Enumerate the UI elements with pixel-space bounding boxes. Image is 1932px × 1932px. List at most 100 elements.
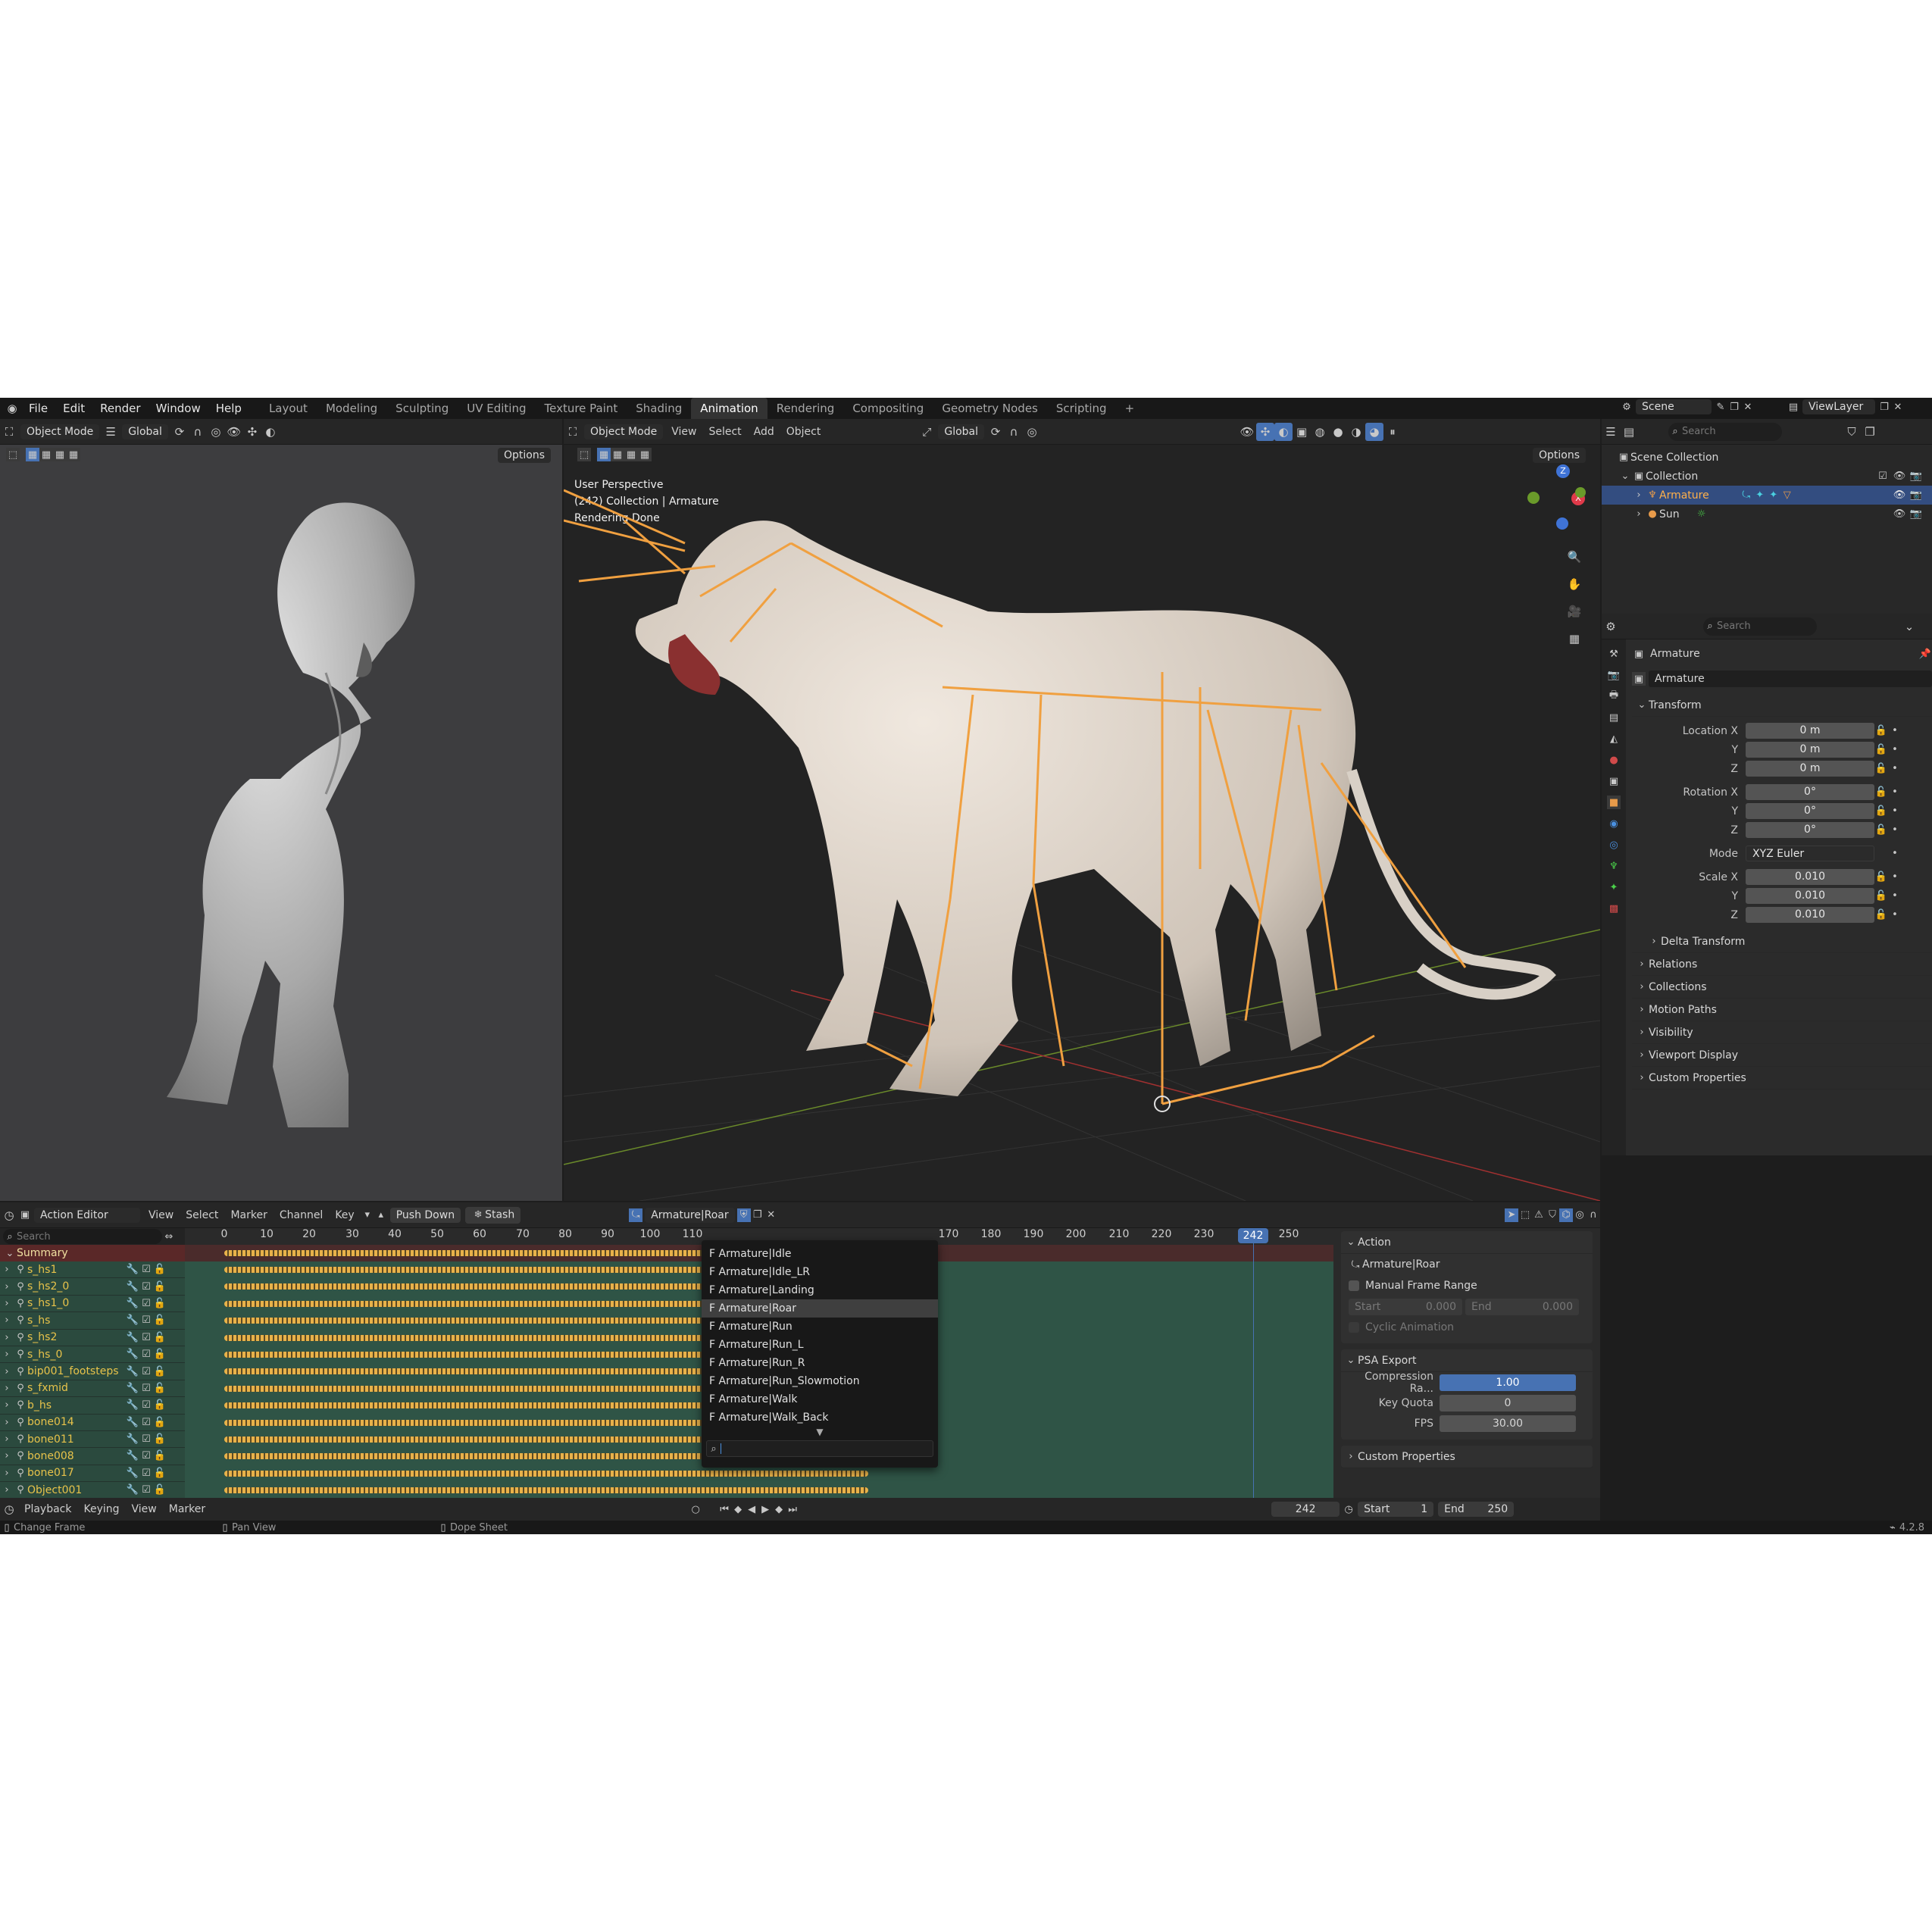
- menu-keying[interactable]: Keying: [77, 1503, 125, 1515]
- dropdown-item-run-r[interactable]: F Armature|Run_R: [702, 1354, 938, 1372]
- lock-icon[interactable]: 🔓: [153, 1365, 167, 1378]
- start-frame-field[interactable]: Start 1: [1358, 1502, 1434, 1517]
- menu-toggle-icon[interactable]: ☰: [102, 423, 120, 441]
- dropdown-item-idle-lr[interactable]: F Armature|Idle_LR: [702, 1263, 938, 1281]
- channel-row[interactable]: › ⚲ s_hs1_0 🔧 ☑ 🔓: [0, 1295, 185, 1313]
- push-down-button[interactable]: Push Down: [389, 1207, 461, 1223]
- prev-keyframe-icon[interactable]: ◆: [731, 1502, 745, 1516]
- close-scene-icon[interactable]: ✕: [1741, 400, 1755, 414]
- options-chevron-icon[interactable]: ⌄: [1900, 617, 1918, 636]
- checkbox-icon[interactable]: ☑: [139, 1365, 153, 1378]
- ortho-grid-icon[interactable]: ▦: [1565, 630, 1583, 648]
- eye-icon[interactable]: 👁: [1893, 470, 1906, 483]
- channel-row[interactable]: › ⚲ bip001_footsteps 🔧 ☑ 🔓: [0, 1363, 185, 1380]
- viewlayer-selector[interactable]: ▤ ViewLayer ❐ ✕: [1787, 399, 1905, 414]
- keyframe-dot-icon[interactable]: •: [1888, 908, 1902, 922]
- gizmo-neg-y-axis[interactable]: [1527, 492, 1540, 504]
- visibility-icon[interactable]: 👁: [1238, 423, 1256, 441]
- tab-modeling[interactable]: Modeling: [317, 398, 386, 419]
- main-mode-dropdown[interactable]: Object Mode: [584, 424, 664, 439]
- action-editor-mode-dropdown[interactable]: Action Editor: [34, 1207, 140, 1223]
- unlink-action-icon[interactable]: ✕: [764, 1208, 778, 1222]
- dropdown-item-run-slowmotion[interactable]: F Armature|Run_Slowmotion: [702, 1372, 938, 1390]
- scale-x-field[interactable]: 0.010: [1746, 869, 1874, 885]
- cyclic-checkbox[interactable]: [1349, 1322, 1359, 1333]
- channel-row[interactable]: › ⚲ s_hs 🔧 ☑ 🔓: [0, 1312, 185, 1330]
- editor-type-icon[interactable]: ☰: [1602, 423, 1620, 441]
- expand-chevron-icon[interactable]: ›: [0, 1399, 14, 1412]
- physics-tab-icon[interactable]: ◎: [1607, 838, 1621, 852]
- wrench-icon[interactable]: 🔧: [126, 1263, 139, 1277]
- jump-end-icon[interactable]: ⏭: [786, 1502, 799, 1516]
- close-viewlayer-icon[interactable]: ✕: [1891, 400, 1905, 414]
- rotation-mode-dropdown[interactable]: XYZ Euler: [1746, 846, 1874, 861]
- falloff-icon[interactable]: ∩: [1587, 1208, 1600, 1222]
- editor-type-icon[interactable]: ◷: [0, 1206, 18, 1224]
- scene-selector[interactable]: ⚙ Scene ✎ ❐ ✕: [1620, 399, 1755, 414]
- viewport-display-section-header[interactable]: › Viewport Display: [1632, 1044, 1932, 1067]
- channel-row[interactable]: › ⚲ Object001 🔧 ☑ 🔓: [0, 1482, 185, 1499]
- play-icon[interactable]: ▶: [758, 1502, 772, 1516]
- wrench-icon[interactable]: 🔧: [126, 1466, 139, 1480]
- render-tab-icon[interactable]: 📷: [1607, 668, 1621, 682]
- eye-icon[interactable]: 👁: [1893, 508, 1906, 521]
- snap-icon[interactable]: ∩: [189, 423, 207, 441]
- swap-icon[interactable]: ⇔: [162, 1230, 176, 1243]
- gizmo-neg-z-axis[interactable]: [1556, 517, 1568, 530]
- wrench-icon[interactable]: 🔧: [126, 1348, 139, 1361]
- proportional-icon[interactable]: ◎: [1573, 1208, 1587, 1222]
- tab-shading[interactable]: Shading: [627, 398, 691, 419]
- transform-section-header[interactable]: ⌄ Transform: [1632, 694, 1932, 717]
- action-icon[interactable]: ⤿: [1740, 489, 1753, 502]
- lock-icon[interactable]: 🔓: [1874, 871, 1888, 884]
- keyframe-dot-icon[interactable]: •: [1888, 805, 1902, 818]
- checkbox-icon[interactable]: ☑: [139, 1263, 153, 1277]
- compression-field[interactable]: 1.00: [1440, 1374, 1576, 1391]
- scale-y-field[interactable]: 0.010: [1746, 888, 1874, 904]
- pan-hand-icon[interactable]: ✋: [1565, 575, 1583, 593]
- channel-row[interactable]: › ⚲ bone011 🔧 ☑ 🔓: [0, 1430, 185, 1449]
- outliner-row-sun[interactable]: › ● Sun ☼ 👁 📷: [1602, 505, 1932, 524]
- psa-export-header[interactable]: ⌄ PSA Export: [1341, 1349, 1593, 1372]
- tab-rendering[interactable]: Rendering: [767, 398, 844, 419]
- custom-properties-header[interactable]: › Custom Properties: [1341, 1446, 1593, 1468]
- layer-down-icon[interactable]: ▾: [361, 1208, 374, 1222]
- left-mode-dropdown[interactable]: Object Mode: [20, 424, 100, 439]
- only-selected-icon[interactable]: ➤: [1505, 1208, 1518, 1222]
- copy-scene-icon[interactable]: ❐: [1727, 400, 1741, 414]
- gizmo-icon[interactable]: ✣: [1256, 422, 1275, 441]
- gizmo-y-axis[interactable]: [1575, 487, 1586, 498]
- shading-rendered-icon[interactable]: ◕: [1365, 422, 1384, 441]
- scroll-down-icon[interactable]: ▼: [702, 1427, 938, 1437]
- channel-row[interactable]: › ⚲ s_hs2 🔧 ☑ 🔓: [0, 1329, 185, 1346]
- menu-channel[interactable]: Channel: [274, 1209, 329, 1221]
- expand-chevron-icon[interactable]: ›: [1632, 489, 1646, 502]
- shading-material-icon[interactable]: ◑: [1347, 423, 1365, 441]
- channel-row[interactable]: › ⚲ bone008 🔧 ☑ 🔓: [0, 1448, 185, 1465]
- keyframe-dot-icon[interactable]: •: [1888, 786, 1902, 799]
- outliner-search-box[interactable]: ⌕ Search: [1668, 422, 1782, 441]
- dropdown-search-field[interactable]: ⌕: [706, 1440, 933, 1457]
- blender-logo-icon[interactable]: ◉: [3, 399, 21, 417]
- auto-keying-icon[interactable]: ○: [689, 1502, 702, 1516]
- wrench-icon[interactable]: 🔧: [126, 1399, 139, 1412]
- constraint-tab-icon[interactable]: ♆: [1607, 859, 1621, 873]
- current-frame-indicator[interactable]: 242: [1238, 1228, 1268, 1243]
- outliner-row-scene-collection[interactable]: ▣ Scene Collection: [1602, 448, 1932, 467]
- object-data-icon[interactable]: ▣: [1632, 672, 1646, 686]
- lock-icon[interactable]: 🔓: [153, 1381, 167, 1395]
- motion-paths-section-header[interactable]: › Motion Paths: [1632, 999, 1932, 1021]
- lock-icon[interactable]: 🔓: [1874, 805, 1888, 818]
- expand-chevron-icon[interactable]: ›: [0, 1348, 14, 1361]
- output-tab-icon[interactable]: 🖶: [1607, 689, 1621, 703]
- expand-chevron-icon[interactable]: ⌄: [1618, 470, 1632, 483]
- expand-chevron-icon[interactable]: ›: [0, 1415, 14, 1429]
- lock-icon[interactable]: 🔓: [153, 1280, 167, 1293]
- xray-icon[interactable]: ▣: [1293, 423, 1311, 441]
- checkbox-icon[interactable]: ☑: [139, 1449, 153, 1463]
- wrench-icon[interactable]: 🔧: [126, 1330, 139, 1344]
- expand-chevron-icon[interactable]: ›: [0, 1365, 14, 1378]
- tab-sculpting[interactable]: Sculpting: [386, 398, 458, 419]
- expand-chevron-icon[interactable]: ›: [0, 1314, 14, 1327]
- tab-compositing[interactable]: Compositing: [843, 398, 933, 419]
